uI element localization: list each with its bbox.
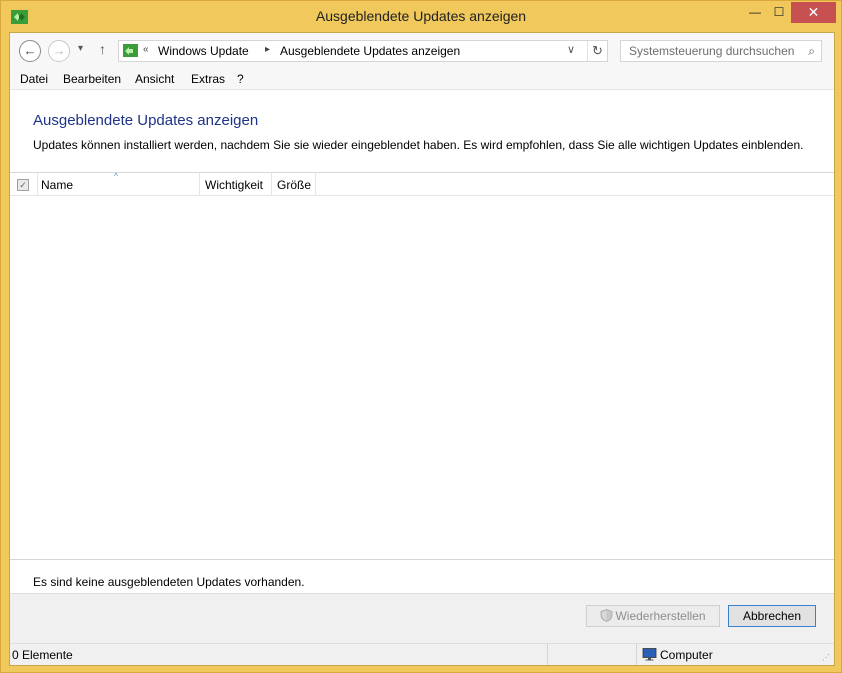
search-icon[interactable]: ⌕ bbox=[808, 44, 815, 59]
close-button[interactable]: ✕ bbox=[791, 2, 836, 23]
uac-shield-icon bbox=[601, 609, 613, 622]
column-header-size[interactable]: Größe bbox=[277, 178, 311, 192]
breadcrumb-separator-icon[interactable]: ▸ bbox=[265, 44, 270, 55]
resize-grip-icon[interactable]: ⋰ bbox=[822, 653, 832, 663]
up-button[interactable]: ↑ bbox=[99, 41, 106, 57]
maximize-button[interactable]: ☐ bbox=[765, 2, 793, 23]
column-header-importance[interactable]: Wichtigkeit bbox=[205, 178, 263, 192]
recent-locations-icon[interactable]: ▾ bbox=[78, 43, 83, 54]
search-placeholder: Systemsteuerung durchsuchen bbox=[629, 44, 795, 58]
refresh-button[interactable]: ↻ bbox=[587, 41, 607, 61]
item-count: 0 Elemente bbox=[12, 648, 73, 662]
sort-ascending-icon: ^ bbox=[114, 172, 118, 181]
navigation-bar: ← → ▾ ↑ « Windows Update ▸ Ausgeblendete… bbox=[10, 33, 834, 69]
main-content: Ausgeblendete Updates anzeigen Updates k… bbox=[10, 90, 834, 593]
list-header: ✓ ^ Name Wichtigkeit Größe bbox=[10, 172, 834, 196]
forward-button[interactable]: → bbox=[48, 40, 70, 62]
select-all-checkbox[interactable]: ✓ bbox=[17, 179, 29, 191]
page-description: Updates können installiert werden, nachd… bbox=[33, 138, 804, 152]
menu-help[interactable]: ? bbox=[237, 72, 244, 86]
menu-bearbeiten[interactable]: Bearbeiten bbox=[63, 72, 121, 86]
column-header-name[interactable]: Name bbox=[41, 178, 73, 192]
status-divider bbox=[636, 644, 637, 665]
menu-datei[interactable]: Datei bbox=[20, 72, 48, 86]
address-bar[interactable]: « Windows Update ▸ Ausgeblendete Updates… bbox=[118, 40, 608, 62]
breadcrumb-current[interactable]: Ausgeblendete Updates anzeigen bbox=[280, 44, 460, 58]
window: Ausgeblendete Updates anzeigen — ☐ ✕ ← →… bbox=[0, 0, 842, 673]
back-button[interactable]: ← bbox=[19, 40, 41, 62]
column-divider[interactable] bbox=[271, 173, 272, 196]
menu-extras[interactable]: Extras bbox=[191, 72, 225, 86]
updates-list[interactable]: ✓ ^ Name Wichtigkeit Größe bbox=[10, 172, 834, 559]
page-title: Ausgeblendete Updates anzeigen bbox=[33, 112, 259, 129]
column-divider[interactable] bbox=[315, 173, 316, 196]
client-area: ← → ▾ ↑ « Windows Update ▸ Ausgeblendete… bbox=[9, 32, 835, 666]
overflow-chevron-icon[interactable]: « bbox=[143, 44, 149, 55]
column-divider[interactable] bbox=[199, 173, 200, 196]
title-bar[interactable]: Ausgeblendete Updates anzeigen — ☐ ✕ bbox=[1, 1, 841, 32]
status-bar: 0 Elemente Computer ⋰ bbox=[10, 643, 834, 665]
status-divider bbox=[547, 644, 548, 665]
list-status-area: Es sind keine ausgeblendeten Updates vor… bbox=[10, 559, 834, 593]
menu-ansicht[interactable]: Ansicht bbox=[135, 72, 174, 86]
button-bar: Wiederherstellen Abbrechen bbox=[10, 593, 834, 643]
zone-label: Computer bbox=[660, 648, 713, 662]
column-divider bbox=[37, 173, 38, 196]
windows-update-icon bbox=[123, 44, 138, 57]
restore-button[interactable]: Wiederherstellen bbox=[586, 605, 720, 627]
menu-bar: Datei Bearbeiten Ansicht Extras ? bbox=[10, 69, 834, 90]
computer-icon bbox=[642, 648, 657, 661]
cancel-button[interactable]: Abbrechen bbox=[728, 605, 816, 627]
window-title: Ausgeblendete Updates anzeigen bbox=[315, 8, 527, 24]
restore-button-label: Wiederherstellen bbox=[615, 609, 706, 623]
search-input[interactable]: Systemsteuerung durchsuchen ⌕ bbox=[620, 40, 822, 62]
empty-list-message: Es sind keine ausgeblendeten Updates vor… bbox=[33, 575, 305, 589]
address-dropdown-icon[interactable]: ∨ bbox=[567, 43, 575, 56]
breadcrumb-windows-update[interactable]: Windows Update bbox=[158, 44, 249, 58]
